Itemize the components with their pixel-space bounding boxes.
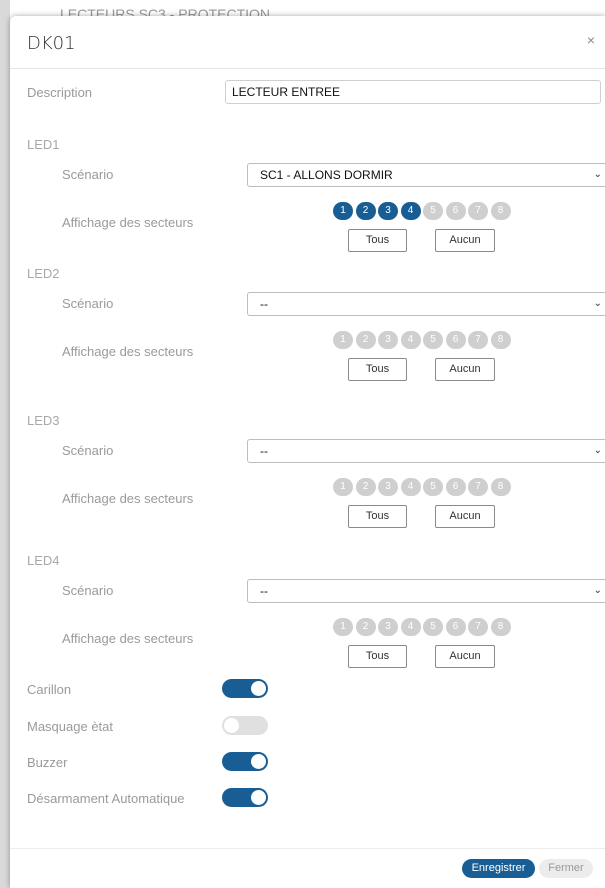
sector-dot[interactable]: 5 <box>423 202 443 220</box>
sector-dot[interactable]: 3 <box>378 478 398 496</box>
sectors-label: Affichage des secteurs <box>62 491 194 506</box>
sector-dot[interactable]: 5 <box>423 618 443 636</box>
toggle-label: Masquage ètat <box>27 719 114 734</box>
sector-dot[interactable]: 8 <box>490 478 511 496</box>
led-section-label: LED3 <box>27 413 60 428</box>
sector-dot[interactable]: 7 <box>468 618 488 636</box>
sector-dot[interactable]: 8 <box>490 202 511 220</box>
select-no-sectors-button[interactable]: Aucun <box>435 645 495 668</box>
select-all-sectors-button[interactable]: Tous <box>348 645 407 668</box>
sectors-label: Affichage des secteurs <box>62 344 194 359</box>
sector-dot[interactable]: 4 <box>400 331 421 349</box>
toggle-label: Carillon <box>27 682 72 697</box>
chevron-down-icon: ⌄ <box>593 585 602 596</box>
scenario-label: Scénario <box>62 583 114 598</box>
scenario-select[interactable]: -- ⌄ <box>247 579 605 603</box>
sector-dot[interactable]: 2 <box>355 202 376 220</box>
scenario-select[interactable]: -- ⌄ <box>247 292 605 316</box>
sector-dot[interactable]: 7 <box>468 202 488 220</box>
sector-dots: 12345678 <box>333 202 511 220</box>
close-button[interactable]: Fermer <box>539 859 593 878</box>
sector-dots: 12345678 <box>333 478 511 496</box>
select-all-sectors-button[interactable]: Tous <box>348 358 407 381</box>
chevron-down-icon: ⌄ <box>593 169 602 180</box>
toggle-label: Désarmament Automatique <box>27 791 185 806</box>
toggle-knob <box>251 681 266 696</box>
sector-dot[interactable]: 6 <box>445 331 466 349</box>
toggle-knob <box>251 790 266 805</box>
scenario-select[interactable]: SC1 - ALLONS DORMIR ⌄ <box>247 163 605 187</box>
select-no-sectors-button[interactable]: Aucun <box>435 229 495 252</box>
select-all-sectors-button[interactable]: Tous <box>348 505 407 528</box>
scenario-select-value: SC1 - ALLONS DORMIR <box>260 168 393 182</box>
sector-dot[interactable]: 3 <box>378 202 398 220</box>
save-button[interactable]: Enregistrer <box>462 859 535 878</box>
toggle-knob <box>224 718 239 733</box>
led-section-label: LED1 <box>27 137 60 152</box>
sector-dot[interactable]: 5 <box>423 478 443 496</box>
modal-header: DK01 × <box>10 16 605 69</box>
scenario-select[interactable]: -- ⌄ <box>247 439 605 463</box>
background-left-strip <box>0 0 10 888</box>
sector-dot[interactable]: 1 <box>333 478 353 496</box>
description-input[interactable]: LECTEUR ENTREE <box>225 80 601 104</box>
scenario-label: Scénario <box>62 443 114 458</box>
reader-modal: DK01 × Description LECTEUR ENTREE LED1 Sc… <box>10 16 605 888</box>
sector-dot[interactable]: 8 <box>490 331 511 349</box>
sectors-label: Affichage des secteurs <box>62 631 194 646</box>
led-section-label: LED2 <box>27 266 60 281</box>
sector-dot[interactable]: 5 <box>423 331 443 349</box>
sector-dot[interactable]: 1 <box>333 331 353 349</box>
toggle-switch[interactable] <box>222 679 268 698</box>
select-no-sectors-button[interactable]: Aucun <box>435 505 495 528</box>
led-section-label: LED4 <box>27 553 60 568</box>
sector-dot[interactable]: 2 <box>355 331 376 349</box>
sector-dot[interactable]: 1 <box>333 618 353 636</box>
toggle-label: Buzzer <box>27 755 68 770</box>
toggle-knob <box>251 754 266 769</box>
sector-dot[interactable]: 6 <box>445 478 466 496</box>
sector-dot[interactable]: 3 <box>378 331 398 349</box>
chevron-down-icon: ⌄ <box>593 445 602 456</box>
toggle-switch[interactable] <box>222 752 268 771</box>
sector-dot[interactable]: 3 <box>378 618 398 636</box>
scenario-label: Scénario <box>62 167 114 182</box>
sector-dot[interactable]: 4 <box>400 202 421 220</box>
sector-dot[interactable]: 4 <box>400 478 421 496</box>
scenario-label: Scénario <box>62 296 114 311</box>
sectors-label: Affichage des secteurs <box>62 215 194 230</box>
modal-footer-divider <box>10 848 605 849</box>
chevron-down-icon: ⌄ <box>593 298 602 309</box>
description-label: Description <box>27 85 93 100</box>
sector-dot[interactable]: 6 <box>445 202 466 220</box>
close-icon[interactable]: × <box>587 32 595 48</box>
scenario-select-value: -- <box>260 584 268 598</box>
sector-dot[interactable]: 6 <box>445 618 466 636</box>
sector-dots: 12345678 <box>333 618 511 636</box>
toggle-switch[interactable] <box>222 788 268 807</box>
sector-dot[interactable]: 7 <box>468 331 488 349</box>
select-no-sectors-button[interactable]: Aucun <box>435 358 495 381</box>
select-all-sectors-button[interactable]: Tous <box>348 229 407 252</box>
sector-dot[interactable]: 4 <box>400 618 421 636</box>
scenario-select-value: -- <box>260 444 268 458</box>
sector-dot[interactable]: 2 <box>355 478 376 496</box>
sector-dot[interactable]: 2 <box>355 618 376 636</box>
toggle-switch[interactable] <box>222 716 268 735</box>
sector-dots: 12345678 <box>333 331 511 349</box>
sector-dot[interactable]: 1 <box>333 202 353 220</box>
sector-dot[interactable]: 7 <box>468 478 488 496</box>
modal-title: DK01 <box>27 33 76 54</box>
sector-dot[interactable]: 8 <box>490 618 511 636</box>
scenario-select-value: -- <box>260 297 268 311</box>
